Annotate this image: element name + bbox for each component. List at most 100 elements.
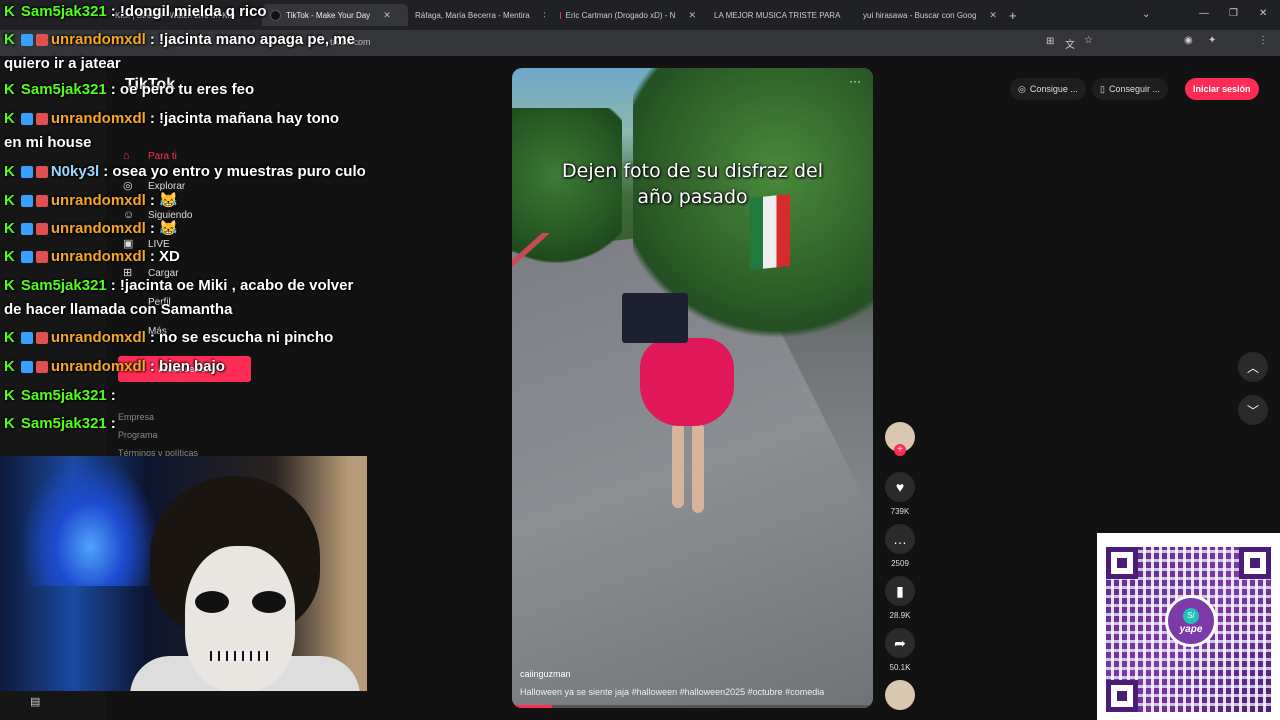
kick-badge-icon: K — [4, 387, 15, 404]
qr-finder — [1239, 547, 1271, 579]
yape-logo: S/ yape — [1165, 595, 1217, 647]
close-tab-icon[interactable]: ✕ — [989, 10, 996, 21]
comment-count: 2509 — [891, 559, 909, 568]
chat-username[interactable]: Sam5jak321 — [21, 3, 107, 20]
chat-username[interactable]: unrandomxdl — [51, 248, 146, 265]
user-badge-icon — [35, 34, 48, 47]
browser-tab-musica[interactable]: LA MEJOR MUSICA TRISTE PARA✕ — [709, 4, 844, 26]
user-badge-icon — [20, 195, 33, 208]
user-badge-icon — [35, 166, 48, 179]
maximize-icon[interactable]: ❐ — [1229, 8, 1238, 19]
chat-text: : oe pero tu eres feo — [110, 81, 255, 98]
webcam-frame-face — [185, 546, 295, 691]
chat-message: Kunrandomxdl: XD — [4, 245, 380, 269]
close-tab-icon[interactable]: ✕ — [688, 10, 696, 21]
chat-username[interactable]: Sam5jak321 — [21, 81, 107, 98]
extension-icon[interactable]: ◉ — [1184, 35, 1193, 46]
login-button[interactable]: Iniciar sesión — [1185, 78, 1259, 100]
menu-icon[interactable]: ⋮ — [1258, 35, 1268, 46]
user-badge-icon — [20, 251, 33, 264]
chat-text: : !jacinta mano apaga pe, me — [149, 31, 355, 48]
next-video-button[interactable]: ﹀ — [1238, 395, 1268, 425]
video-progress-bar[interactable] — [512, 705, 873, 708]
chat-username[interactable]: unrandomxdl — [51, 329, 146, 346]
webcam-frame-eye — [252, 591, 286, 613]
chat-message: K Sam5jak321: — [4, 384, 380, 408]
chat-message: Kunrandomxdl: bien bajo — [4, 355, 380, 379]
chat-username[interactable]: N0ky3l — [51, 163, 99, 180]
coin-icon: ◎ — [1018, 83, 1026, 94]
translate-icon[interactable]: 文 — [1065, 36, 1075, 51]
install-app-icon[interactable]: ⊞ — [1046, 36, 1054, 47]
chat-text: : bien bajo — [149, 358, 225, 375]
chat-text-continued: de hacer llamada con Samantha — [4, 301, 233, 318]
chat-bubble-icon[interactable]: ▤ — [30, 695, 40, 708]
stream-chat-overlay: K Sam5jak321: !dongil mielda q rico Kunran… — [0, 0, 380, 460]
chat-text: : — [110, 387, 116, 404]
kick-badge-icon: K — [4, 415, 15, 432]
music-disc[interactable] — [885, 680, 915, 710]
chat-message: Kunrandomxdl: !jacinta mano apaga pe, me… — [4, 28, 380, 76]
video-player[interactable]: ··· Dejen foto de su disfraz del año pas… — [512, 68, 873, 708]
kick-badge-icon: K — [4, 220, 15, 237]
extensions-puzzle-icon[interactable]: ✦ — [1208, 35, 1216, 46]
video-frame-person — [672, 423, 684, 508]
user-badge-icon — [35, 195, 48, 208]
youtube-icon — [560, 11, 561, 19]
previous-video-button[interactable]: ︿ — [1238, 352, 1268, 382]
close-tab-icon[interactable]: ✕ — [543, 10, 545, 21]
chat-text: : no se escucha ni pincho — [149, 329, 334, 346]
chat-text: : XD — [149, 248, 180, 265]
chat-username[interactable]: Sam5jak321 — [21, 415, 107, 432]
kick-badge-icon: K — [4, 192, 15, 209]
chat-username[interactable]: unrandomxdl — [51, 192, 146, 209]
browser-tab-cartman[interactable]: Eric Cartman (Drogado xD) - N ✕ — [560, 4, 696, 26]
comment-button[interactable]: … 2509 — [885, 524, 915, 568]
chat-username[interactable]: Sam5jak321 — [21, 387, 107, 404]
yape-qr-code: S/ yape — [1097, 533, 1280, 720]
share-button[interactable]: ➦ 50.1K — [885, 628, 915, 672]
follow-plus-icon[interactable]: + — [894, 444, 906, 456]
close-tab-icon[interactable]: ✕ — [383, 10, 391, 21]
kick-badge-icon: K — [4, 163, 15, 180]
save-button[interactable]: ▮ 28.9K — [885, 576, 915, 620]
browser-tab-google[interactable]: yui hirasawa - Buscar con Goog ✕ — [858, 4, 996, 26]
save-count: 28.9K — [889, 611, 911, 620]
minimize-icon[interactable]: — — [1199, 8, 1209, 19]
video-author[interactable]: caiinguzman — [520, 669, 571, 679]
chat-message: Kunrandomxdl: no se escucha ni pincho — [4, 326, 380, 350]
user-badge-icon — [35, 361, 48, 374]
get-coins-button[interactable]: ◎ Consigue ... — [1010, 78, 1086, 100]
chat-username[interactable]: unrandomxdl — [51, 110, 146, 127]
kick-badge-icon: K — [4, 110, 15, 127]
comment-icon: … — [885, 524, 915, 554]
video-description: Halloween ya se siente jaja #halloween #… — [520, 687, 825, 697]
close-window-icon[interactable]: ✕ — [1259, 8, 1267, 19]
new-tab-icon[interactable]: + — [1009, 8, 1017, 23]
kick-badge-icon: K — [4, 329, 15, 346]
chat-username[interactable]: unrandomxdl — [51, 31, 146, 48]
browser-tab-rafaga[interactable]: Ráfaga, María Becerra - Mentira✕ — [410, 4, 545, 26]
chat-username[interactable]: Sam5jak321 — [21, 277, 107, 294]
chat-message: K Sam5jak321: oe pero tu eres feo — [4, 78, 380, 102]
user-badge-icon — [20, 361, 33, 374]
chat-message: Kunrandomxdl: !jacinta mañana hay tono en… — [4, 107, 380, 155]
more-options-icon[interactable]: ··· — [849, 74, 861, 88]
user-badge-icon — [35, 332, 48, 345]
kick-badge-icon: K — [4, 31, 15, 48]
qr-finder — [1106, 547, 1138, 579]
like-button[interactable]: ♥ 739K — [885, 472, 915, 516]
chat-username[interactable]: unrandomxdl — [51, 358, 146, 375]
get-app-button[interactable]: ▯ Conseguir ... — [1092, 78, 1168, 100]
kick-badge-icon: K — [4, 81, 15, 98]
chat-message: K N0ky3l: osea yo entro y muestras puro c… — [4, 160, 380, 184]
webcam-frame-mouth — [210, 651, 270, 661]
tab-search-icon[interactable]: ⌄ — [1142, 9, 1150, 20]
chat-username[interactable]: unrandomxdl — [51, 220, 146, 237]
bookmark-star-icon[interactable]: ☆ — [1084, 35, 1093, 46]
chat-text: : 😹 — [149, 192, 178, 209]
video-frame-box — [622, 293, 688, 343]
video-caption-line2: año pasado — [637, 186, 748, 208]
phone-icon: ▯ — [1100, 83, 1105, 94]
creator-avatar[interactable]: + — [885, 422, 915, 456]
